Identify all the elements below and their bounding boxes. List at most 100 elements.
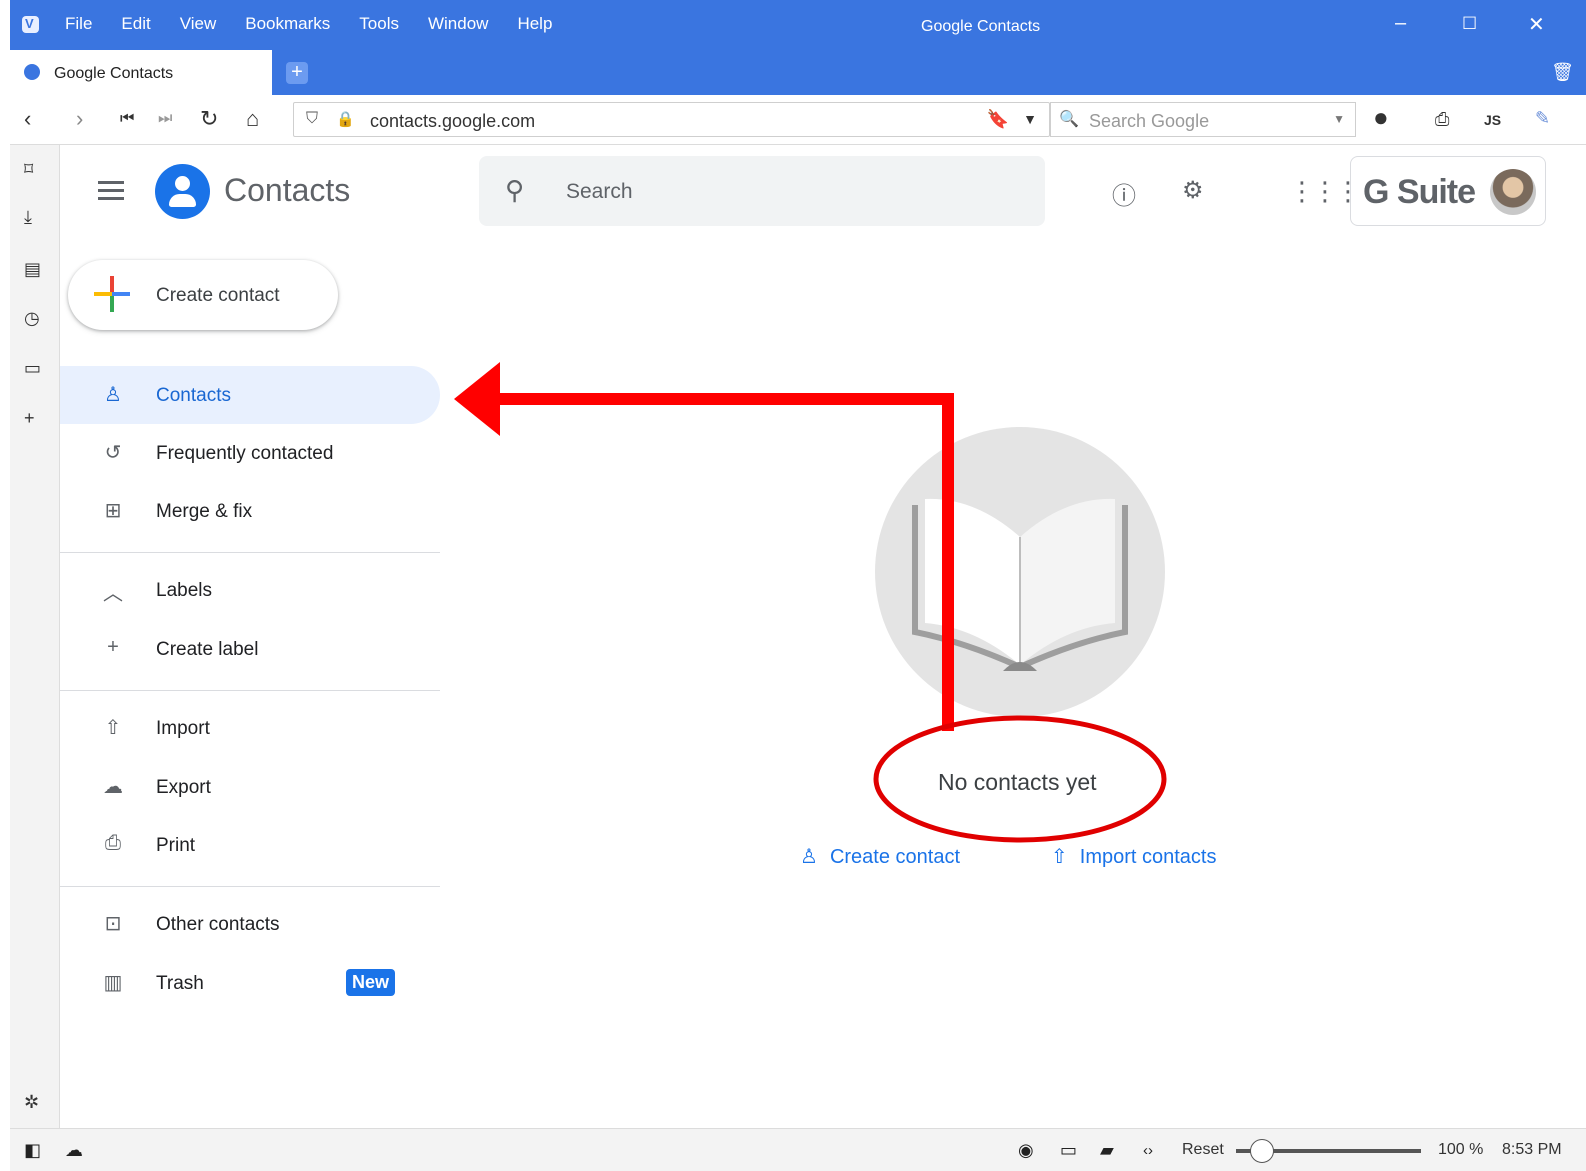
lock-icon[interactable]: 🔒 [336, 110, 355, 128]
page-actions-icon[interactable]: ‹› [1143, 1142, 1153, 1159]
create-contact-link-label: Create contact [829, 846, 961, 868]
menu-bookmarks[interactable]: Bookmarks [245, 14, 330, 34]
create-contact-button[interactable]: Create contact [68, 260, 338, 330]
add-icon: + [107, 636, 119, 658]
apps-grid-icon[interactable]: ⋮⋮⋮ [1289, 176, 1361, 207]
profile-icon[interactable]: ● [1373, 102, 1389, 133]
javascript-toggle[interactable]: JS [1484, 112, 1501, 128]
screen: File Edit View Bookmarks Tools Window He… [0, 0, 1586, 1171]
search-placeholder: Search [566, 180, 633, 203]
trash-icon: ▥ [103, 972, 123, 994]
window-icon[interactable]: ▭ [24, 358, 41, 379]
create-contact-label: Create contact [156, 285, 280, 306]
nav-export[interactable]: ☁ Export [60, 758, 440, 816]
nav-import-label: Import [156, 718, 210, 739]
help-icon[interactable]: ⓘ [1112, 176, 1136, 211]
images-icon[interactable]: ▰ [1100, 1140, 1114, 1161]
contacts-app: Contacts ⚲ Search ⓘ ⚙ ⋮⋮⋮ G Suite Create… [60, 145, 1586, 1128]
download-icon[interactable]: ⤓ [24, 207, 32, 228]
browser-search-placeholder: Search Google [1089, 111, 1210, 131]
sync-cloud-icon[interactable]: ☁ [65, 1140, 83, 1161]
nav-print[interactable]: ⎙ Print [60, 816, 440, 874]
search-icon[interactable]: ⚲ [505, 175, 524, 206]
menu-help[interactable]: Help [517, 14, 552, 34]
nav-merge-fix-label: Merge & fix [156, 501, 253, 522]
tiling-icon[interactable]: ▭ [1060, 1140, 1077, 1161]
settings-icon[interactable]: ⚙ [1182, 176, 1204, 205]
nav-other-contacts-label: Other contacts [156, 914, 280, 935]
import-contacts-link[interactable]: ⇧ Import contacts [1051, 844, 1216, 869]
forward-icon[interactable]: › [76, 106, 83, 132]
home-icon[interactable]: ⌂ [246, 106, 259, 132]
nav-other-contacts[interactable]: ⊡ Other contacts [60, 895, 440, 953]
vivaldi-logo-icon[interactable] [22, 16, 39, 33]
rewind-icon[interactable]: ⏮ [120, 110, 134, 128]
menu-tools[interactable]: Tools [359, 14, 399, 34]
minimize-icon[interactable]: – [1395, 12, 1406, 35]
menu-edit[interactable]: Edit [121, 14, 150, 34]
close-icon[interactable]: ✕ [1528, 12, 1545, 37]
address-bar[interactable]: ⛉ 🔒 contacts.google.com 🔖 ▼ [293, 102, 1050, 137]
nav-create-label[interactable]: + Create label [60, 620, 440, 678]
open-book-icon [912, 498, 1128, 671]
settings-gear-icon[interactable]: ✲ [24, 1092, 39, 1113]
bookmark-page-icon[interactable]: 🔖 [987, 109, 1009, 130]
new-tab-icon[interactable]: + [286, 62, 308, 84]
fast-forward-icon[interactable]: ⏭ [158, 110, 172, 128]
feather-extension-icon[interactable]: ✎ [1535, 108, 1550, 129]
nav-trash[interactable]: ▥ Trash New [60, 954, 440, 1012]
contacts-logo-icon [155, 164, 210, 219]
create-contact-link[interactable]: ♙ Create contact [800, 844, 960, 869]
browser-side-panel: ⌑ ⤓ ▤ ◷ ▭ + ✲ [10, 145, 60, 1128]
browser-search-field[interactable]: 🔍 Search Google ▼ [1050, 102, 1356, 137]
history-icon[interactable]: ◷ [24, 308, 40, 329]
address-dropdown-icon[interactable]: ▼ [1023, 111, 1037, 127]
person-add-icon: ♙ [800, 846, 818, 868]
notes-icon[interactable]: ▤ [24, 259, 41, 280]
merge-sparkle-icon: ⊞ [104, 500, 122, 522]
tab-google-contacts[interactable]: Google Contacts [10, 50, 272, 95]
window-title: Google Contacts [921, 18, 1041, 35]
upload-icon: ⇧ [104, 717, 122, 739]
panel-toggle-icon[interactable]: ◧ [24, 1140, 41, 1161]
add-panel-icon[interactable]: + [24, 408, 35, 429]
menu-view[interactable]: View [180, 14, 217, 34]
avatar[interactable] [1490, 169, 1536, 215]
clock: 8:53 PM [1502, 1141, 1562, 1158]
import-contacts-link-label: Import contacts [1079, 846, 1217, 868]
menu-file[interactable]: File [65, 14, 92, 34]
maximize-icon[interactable]: ☐ [1462, 14, 1477, 34]
extension-print-icon[interactable]: ⎙ [1435, 109, 1449, 130]
menu-window[interactable]: Window [428, 14, 488, 34]
search-dropdown-icon[interactable]: ▼ [1333, 112, 1345, 126]
screenshot-camera-icon[interactable]: ◉ [1018, 1140, 1034, 1161]
browser-titlebar: File Edit View Bookmarks Tools Window He… [10, 0, 1586, 50]
nav-divider [60, 552, 440, 553]
nav-labels-toggle[interactable]: ︿ Labels [60, 561, 440, 619]
nav-frequently-contacted[interactable]: ↺ Frequently contacted [60, 424, 440, 482]
nav-divider [60, 690, 440, 691]
nav-frequently-contacted-label: Frequently contacted [156, 443, 334, 464]
nav-merge-fix[interactable]: ⊞ Merge & fix [60, 482, 440, 540]
search-engine-icon[interactable]: 🔍 [1059, 109, 1079, 129]
shield-icon[interactable]: ⛉ [306, 110, 318, 128]
app-title[interactable]: Contacts [224, 172, 350, 209]
url-text[interactable]: contacts.google.com [370, 111, 535, 132]
closed-tabs-trash-icon[interactable]: 🗑 [1551, 62, 1574, 83]
new-badge: New [346, 969, 396, 996]
contacts-search-input[interactable]: ⚲ Search [479, 156, 1045, 226]
main-menu-icon[interactable] [98, 181, 126, 205]
nav-import[interactable]: ⇧ Import [60, 699, 440, 757]
zoom-reset-button[interactable]: Reset [1182, 1141, 1224, 1159]
bookmark-icon[interactable]: ⌑ [24, 159, 33, 180]
nav-contacts[interactable]: ♙ Contacts [60, 366, 440, 424]
browser-status-bar: ◧ ☁ ◉ ▭ ▰ ‹› Reset 100 % 8:53 PM [10, 1128, 1586, 1171]
nav-contacts-label: Contacts [156, 385, 231, 406]
reload-icon[interactable]: ↻ [200, 106, 218, 132]
zoom-slider-handle[interactable] [1249, 1139, 1274, 1163]
nav-divider [60, 886, 440, 887]
gsuite-account[interactable]: G Suite [1350, 156, 1546, 226]
chevron-up-icon: ︿ [103, 583, 123, 605]
back-icon[interactable]: ‹ [24, 106, 31, 132]
nav-export-label: Export [156, 777, 211, 798]
